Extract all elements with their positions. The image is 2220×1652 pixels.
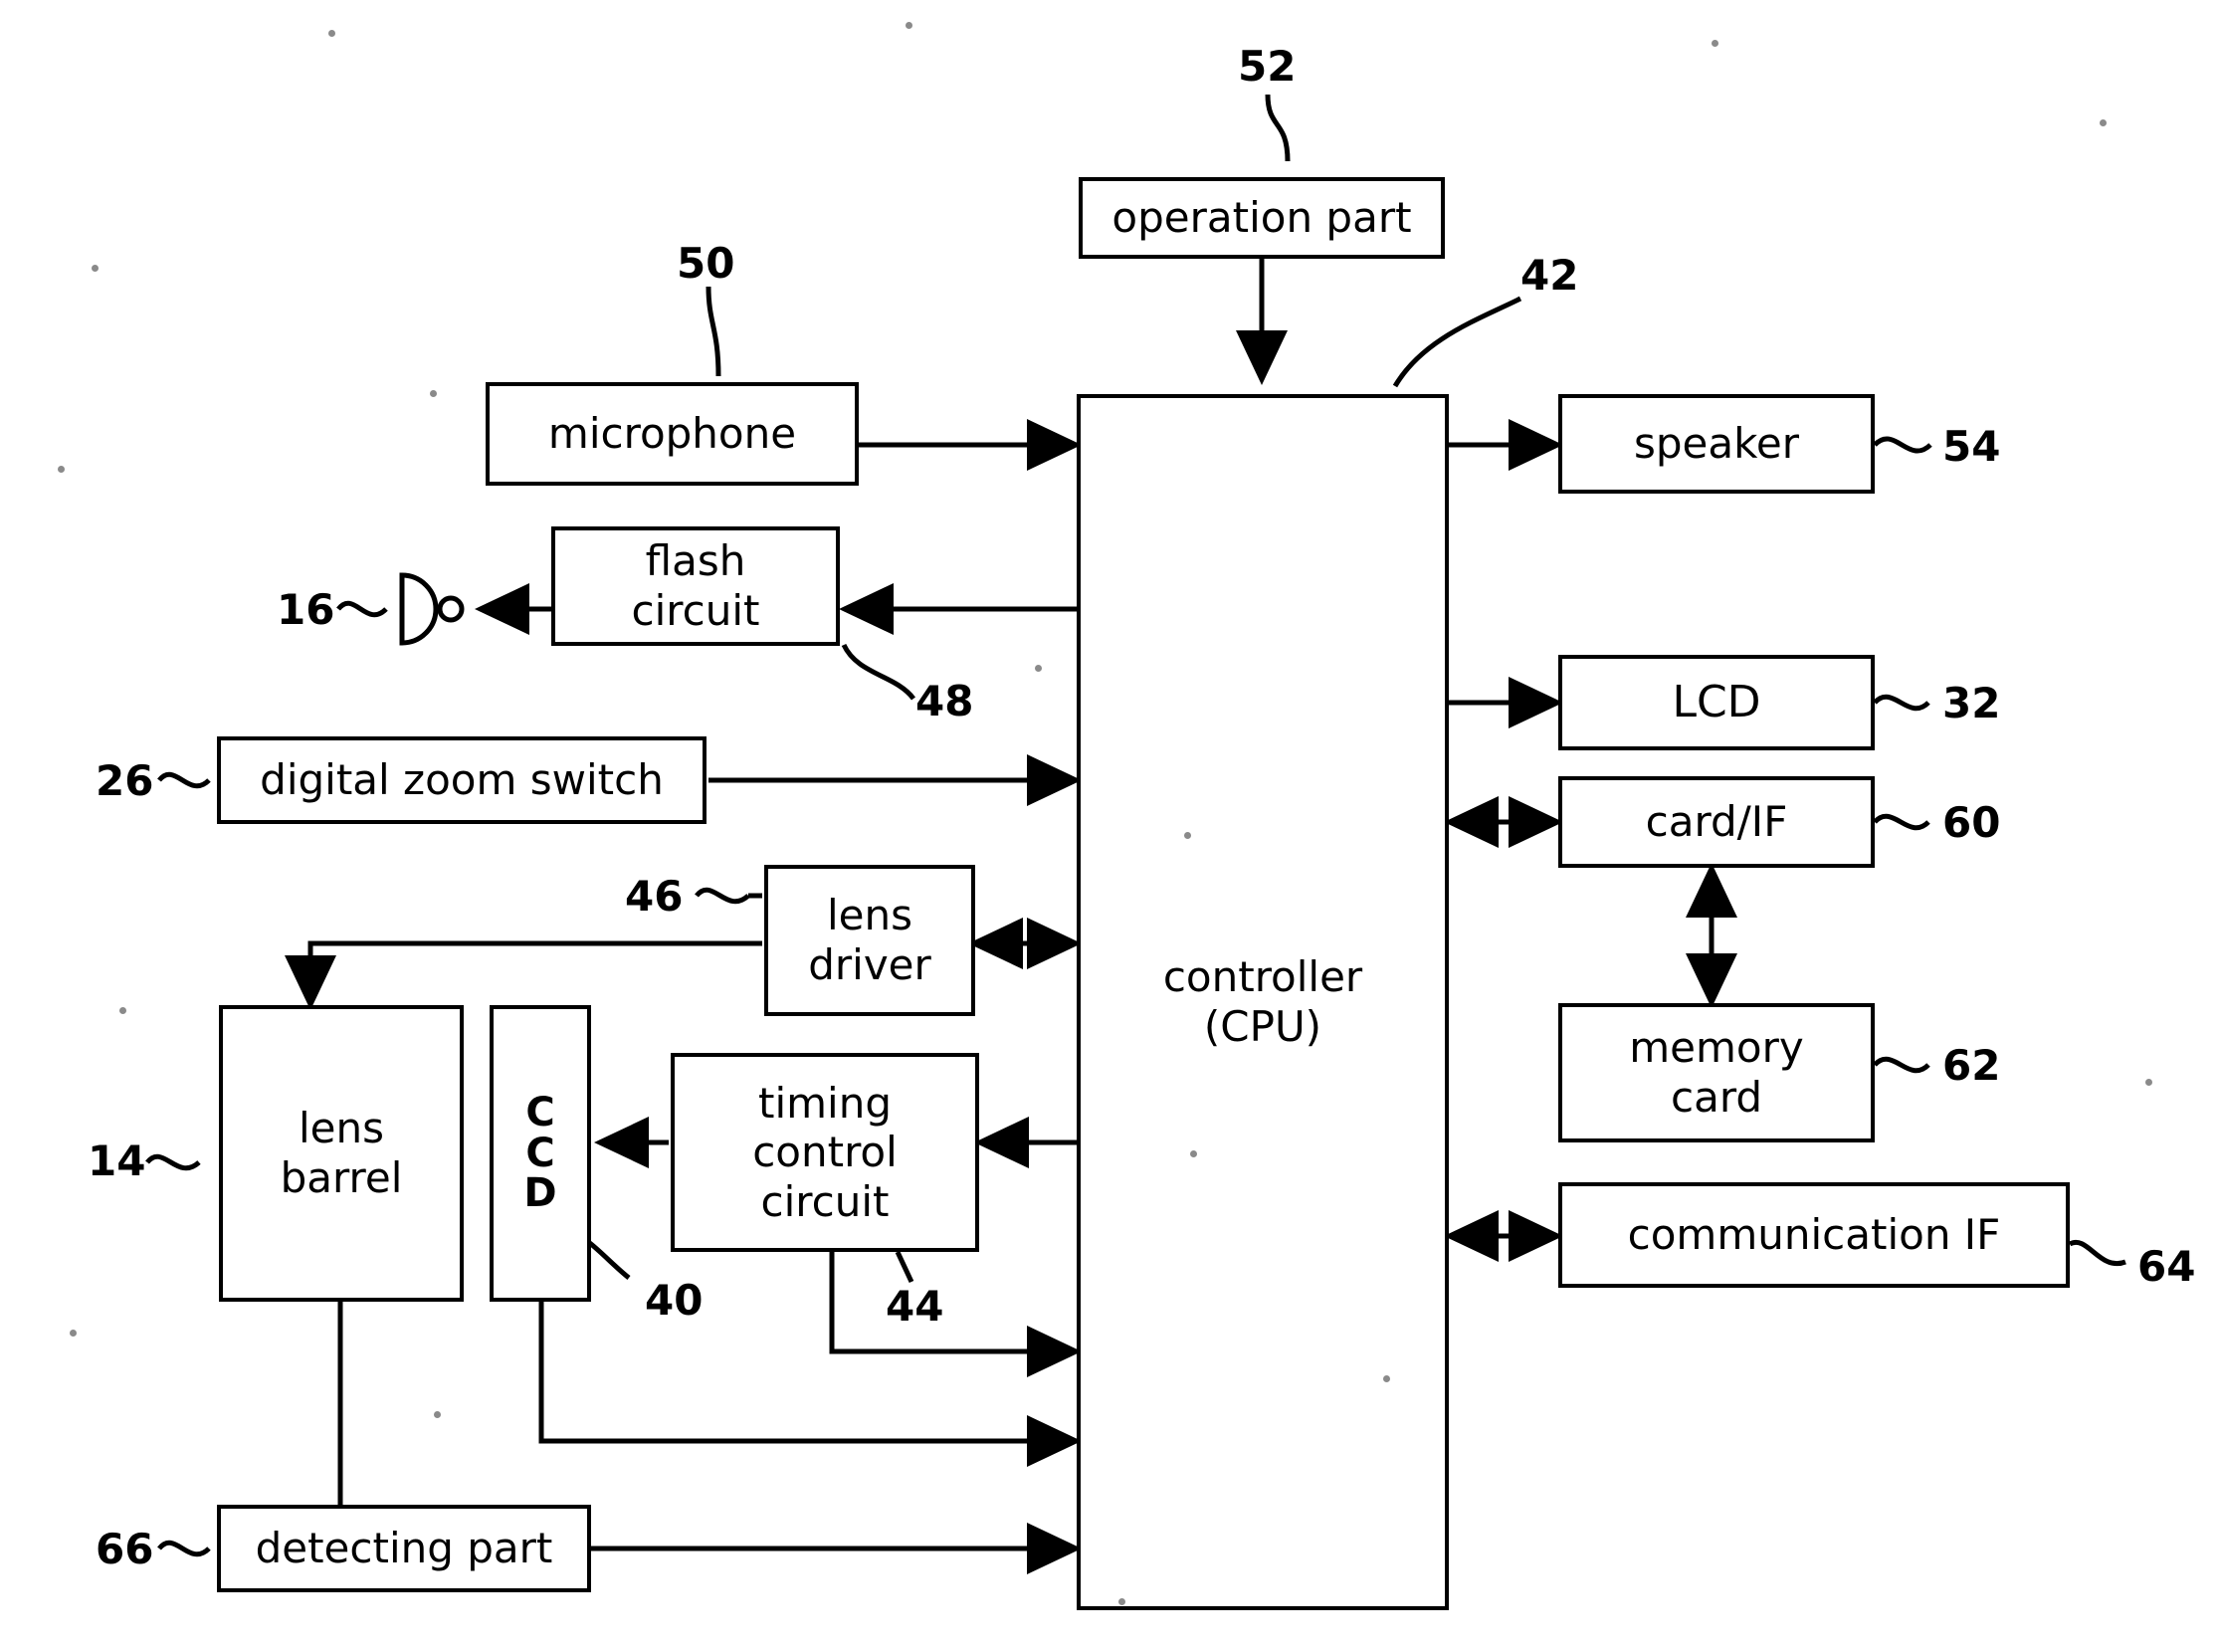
ref-label-42: 42: [1520, 251, 1579, 300]
speckle: [1184, 832, 1191, 839]
block-lens-driver[interactable]: lens driver: [764, 865, 975, 1016]
speckle: [1118, 1598, 1125, 1605]
ref-label-16: 16: [277, 585, 335, 634]
speckle: [2145, 1079, 2152, 1086]
speckle: [1190, 1150, 1197, 1157]
block-speaker[interactable]: speaker: [1558, 394, 1875, 494]
ccd-letter-2: C: [525, 1130, 555, 1176]
speckle: [92, 265, 99, 272]
ccd-letter-1: C: [525, 1089, 555, 1136]
ref-label-40: 40: [645, 1276, 704, 1325]
ref-label-46: 46: [625, 872, 684, 921]
block-digital-zoom-switch[interactable]: digital zoom switch: [217, 736, 706, 824]
block-timing-control-circuit[interactable]: timing control circuit: [671, 1053, 979, 1252]
ref-label-54: 54: [1942, 422, 2001, 471]
speckle: [1035, 665, 1042, 672]
block-flash-circuit[interactable]: flash circuit: [551, 526, 840, 646]
block-lens-barrel[interactable]: lens barrel: [219, 1005, 464, 1302]
block-controller[interactable]: controller (CPU): [1077, 394, 1449, 1610]
ref-label-66: 66: [96, 1525, 154, 1573]
ref-label-60: 60: [1942, 798, 2001, 847]
ref-label-26: 26: [96, 756, 154, 805]
speckle: [906, 22, 912, 29]
ref-label-44: 44: [886, 1282, 944, 1331]
block-ccd[interactable]: C C D: [490, 1005, 591, 1302]
speckle: [1383, 1375, 1390, 1382]
block-memory-card[interactable]: memory card: [1558, 1003, 1875, 1142]
speckle: [58, 466, 65, 473]
speckle: [70, 1330, 77, 1337]
speckle: [2100, 119, 2107, 126]
block-microphone[interactable]: microphone: [486, 382, 859, 486]
speckle: [434, 1411, 441, 1418]
block-operation-part[interactable]: operation part: [1079, 177, 1445, 259]
ref-label-48: 48: [915, 677, 974, 725]
block-detecting-part[interactable]: detecting part: [217, 1505, 591, 1592]
speckle: [1712, 40, 1718, 47]
speckle: [430, 390, 437, 397]
ref-label-62: 62: [1942, 1041, 2001, 1090]
speckle: [328, 30, 335, 37]
block-communication-if[interactable]: communication IF: [1558, 1182, 2070, 1288]
block-lcd[interactable]: LCD: [1558, 655, 1875, 750]
diagram-canvas: operation part 52 microphone 50 flash ci…: [0, 0, 2220, 1652]
ref-label-50: 50: [677, 239, 735, 288]
ref-label-64: 64: [2137, 1242, 2196, 1291]
ref-label-32: 32: [1942, 679, 2001, 727]
ccd-letter-3: D: [523, 1170, 557, 1217]
ref-label-14: 14: [88, 1136, 146, 1185]
block-card-if[interactable]: card/IF: [1558, 776, 1875, 868]
ref-label-52: 52: [1238, 42, 1297, 91]
speckle: [119, 1007, 126, 1014]
